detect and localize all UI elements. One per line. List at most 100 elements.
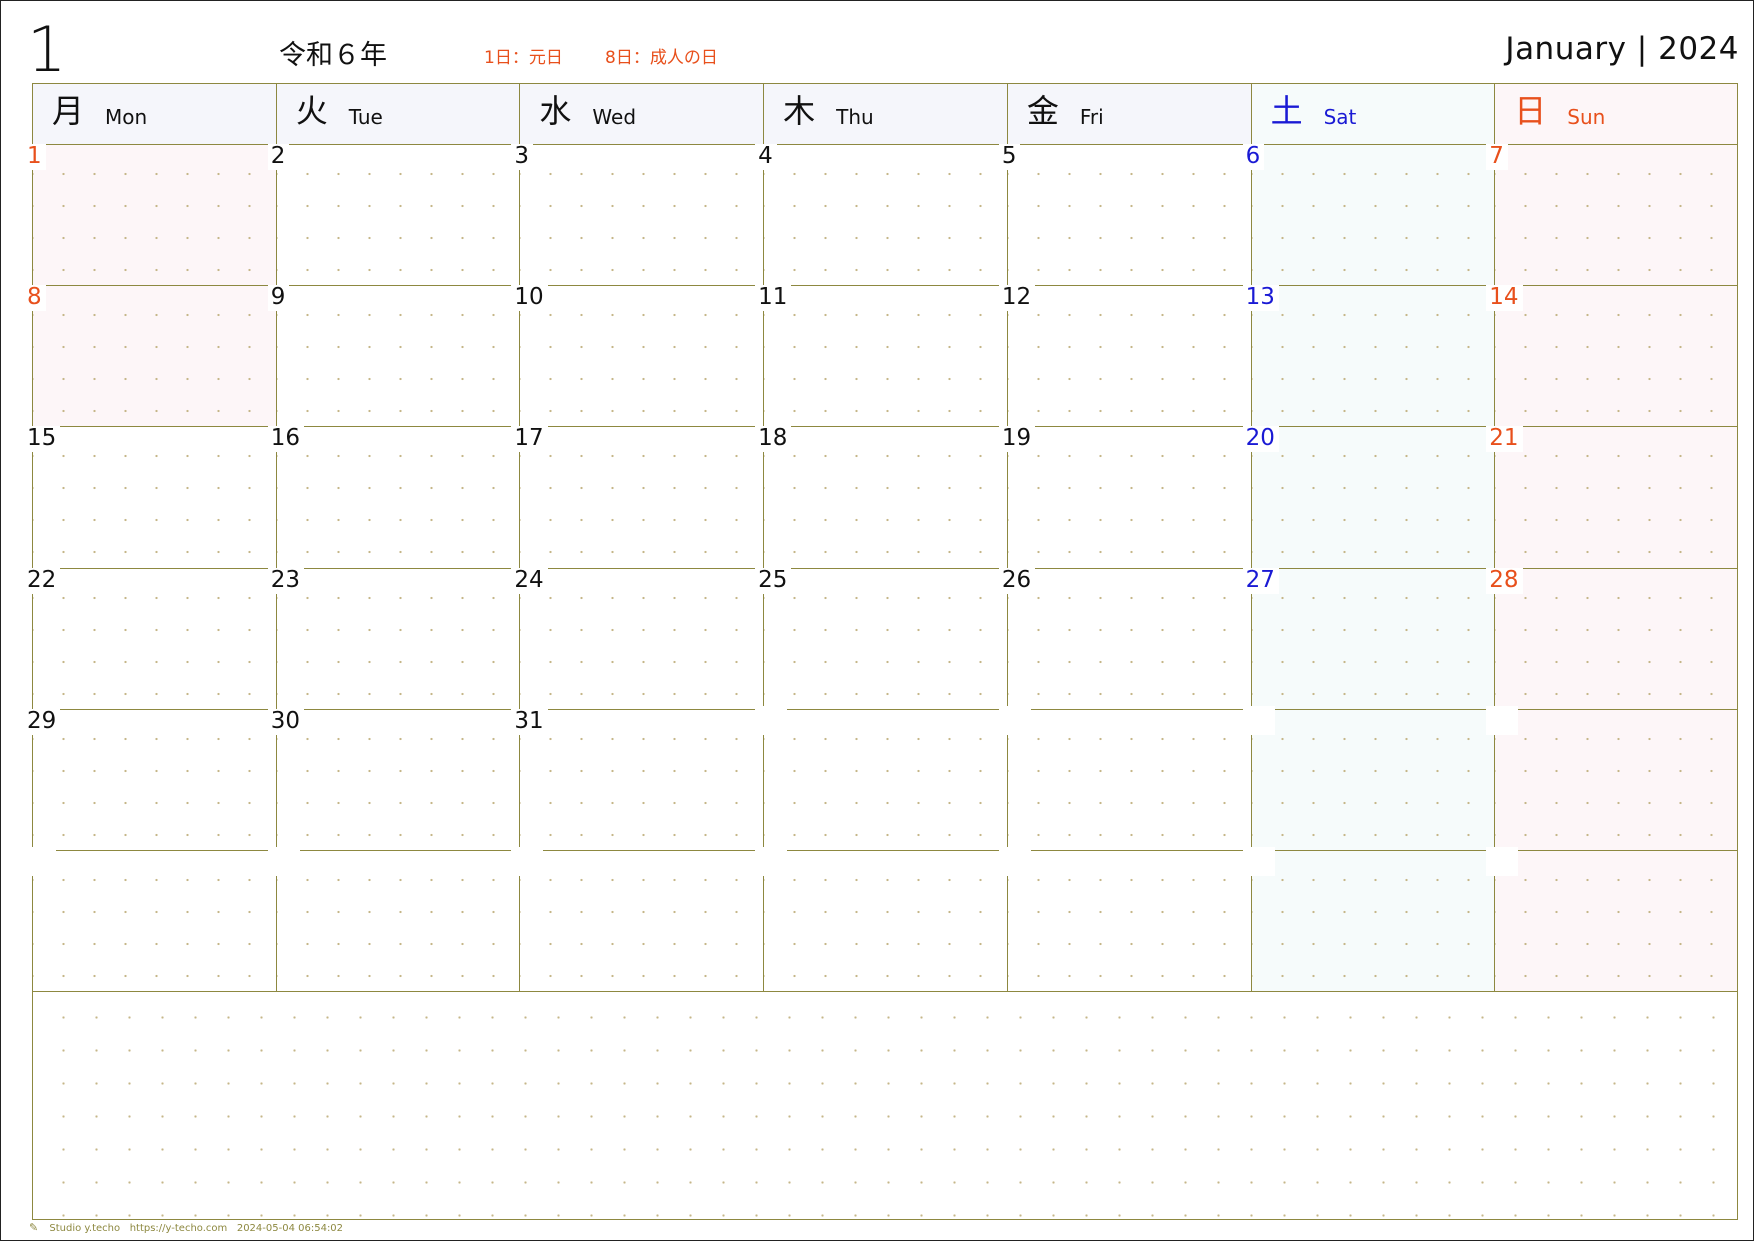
day-cell[interactable] — [511, 847, 764, 992]
day-cell[interactable]: 25 — [755, 567, 1007, 709]
corner-gap — [267, 847, 300, 876]
day-cell[interactable]: 3 — [511, 144, 764, 286]
dot-grid — [519, 850, 764, 992]
dot-grid — [519, 708, 764, 850]
notes-area[interactable] — [32, 991, 1738, 1220]
footer-brand: Studio y.techo — [49, 1223, 121, 1234]
day-number: 15 — [24, 426, 61, 453]
day-number: 2 — [267, 144, 290, 170]
corner-gap — [511, 847, 544, 876]
day-cell[interactable] — [998, 847, 1251, 992]
corner-gap — [24, 847, 56, 876]
day-cell[interactable] — [1242, 705, 1495, 850]
day-cell[interactable] — [755, 847, 1007, 992]
dot-grid — [275, 850, 520, 992]
day-number: 21 — [1486, 426, 1523, 453]
day-number: 23 — [267, 567, 304, 594]
day-cell[interactable]: 19 — [998, 426, 1251, 568]
dot-grid — [1494, 850, 1738, 992]
day-cell[interactable]: 1 — [24, 144, 276, 286]
weekday-header-thu: 木 Thu — [763, 83, 1007, 144]
day-cell[interactable] — [267, 847, 520, 992]
day-cell[interactable]: 2 — [267, 144, 520, 286]
weekday-header-tue: 火 Tue — [275, 83, 520, 144]
dot-grid — [275, 708, 520, 850]
day-cell[interactable]: 13 — [1242, 285, 1495, 427]
weekday-header-sat: 土 Sat — [1250, 83, 1495, 144]
day-number: 31 — [511, 708, 548, 735]
day-cell[interactable]: 31 — [511, 708, 764, 850]
dot-grid — [1006, 144, 1251, 286]
day-number: 5 — [998, 144, 1021, 170]
day-cell[interactable]: 27 — [1242, 567, 1495, 709]
weekday-kanji: 土 — [1270, 92, 1303, 130]
day-cell[interactable]: 26 — [998, 567, 1251, 709]
day-number: 1 — [24, 144, 46, 170]
dot-grid — [1250, 426, 1495, 568]
day-cell[interactable]: 4 — [755, 144, 1007, 286]
weekday-english: Sat — [1323, 105, 1357, 129]
weekday-english: Wed — [592, 105, 637, 129]
grid-line — [1737, 83, 1738, 992]
day-cell[interactable] — [1242, 847, 1495, 992]
dot-grid — [519, 426, 764, 568]
day-number: 20 — [1242, 426, 1279, 453]
day-number: 8 — [24, 285, 46, 312]
day-cell[interactable] — [1486, 847, 1738, 992]
day-cell[interactable]: 28 — [1486, 567, 1738, 709]
day-cell[interactable]: 21 — [1486, 426, 1738, 568]
day-number: 19 — [998, 426, 1036, 453]
day-cell[interactable]: 12 — [998, 285, 1251, 427]
day-cell[interactable]: 6 — [1242, 144, 1495, 286]
corner-gap — [755, 847, 788, 876]
pen-logo-icon: ✎ — [29, 1221, 39, 1234]
day-cell[interactable]: 24 — [511, 567, 764, 709]
day-cell[interactable] — [755, 705, 1007, 850]
day-cell[interactable]: 11 — [755, 285, 1007, 427]
holiday-note: 1日：元日 — [484, 48, 563, 68]
day-cell[interactable] — [1486, 705, 1738, 850]
dot-grid — [1494, 708, 1738, 850]
dot-grid — [32, 567, 276, 709]
day-cell[interactable]: 29 — [24, 708, 276, 850]
day-number: 27 — [1242, 567, 1279, 594]
day-cell[interactable] — [998, 705, 1251, 850]
weekday-header-mon: 月 Mon — [32, 83, 276, 144]
day-cell[interactable]: 10 — [511, 285, 764, 427]
weekday-kanji: 水 — [539, 92, 572, 130]
weekday-kanji: 月 — [52, 92, 85, 130]
corner-gap — [755, 705, 788, 735]
day-cell[interactable]: 15 — [24, 426, 276, 568]
dot-grid — [763, 426, 1007, 568]
weekday-kanji: 金 — [1026, 92, 1059, 130]
day-cell[interactable]: 8 — [24, 285, 276, 427]
day-number: 24 — [511, 567, 548, 594]
day-cell[interactable]: 20 — [1242, 426, 1495, 568]
day-cell[interactable]: 23 — [267, 567, 520, 709]
day-cell[interactable]: 7 — [1486, 144, 1738, 286]
day-cell[interactable]: 16 — [267, 426, 520, 568]
day-cell[interactable]: 18 — [755, 426, 1007, 568]
dot-grid — [1250, 285, 1495, 427]
footer-timestamp: 2024-05-04 06:54:02 — [236, 1223, 344, 1234]
corner-gap — [1486, 847, 1519, 876]
dot-grid — [32, 426, 276, 568]
month-grid: 月 Mon 火 Tue 水 Wed 木 Thu 金 Fri 土 Sat 日 Sun 1 2 3 4 5 6 7 8 9 10 1… — [24, 83, 1738, 992]
dot-grid — [1494, 144, 1738, 286]
day-cell[interactable]: 22 — [24, 567, 276, 709]
day-cell[interactable]: 30 — [267, 708, 520, 850]
day-cell[interactable]: 14 — [1486, 285, 1738, 427]
day-cell[interactable]: 5 — [998, 144, 1251, 286]
weekday-english: Mon — [105, 105, 148, 129]
day-cell[interactable]: 9 — [267, 285, 520, 427]
day-cell[interactable]: 17 — [511, 426, 764, 568]
dot-grid — [1494, 567, 1738, 709]
month-number: 1 — [27, 13, 67, 86]
corner-gap — [998, 705, 1031, 735]
dot-grid — [1494, 426, 1738, 568]
dot-grid — [275, 567, 520, 709]
dot-grid — [763, 850, 1007, 992]
day-number: 22 — [24, 567, 61, 594]
day-cell[interactable] — [24, 847, 276, 992]
dot-grid — [1494, 285, 1738, 427]
